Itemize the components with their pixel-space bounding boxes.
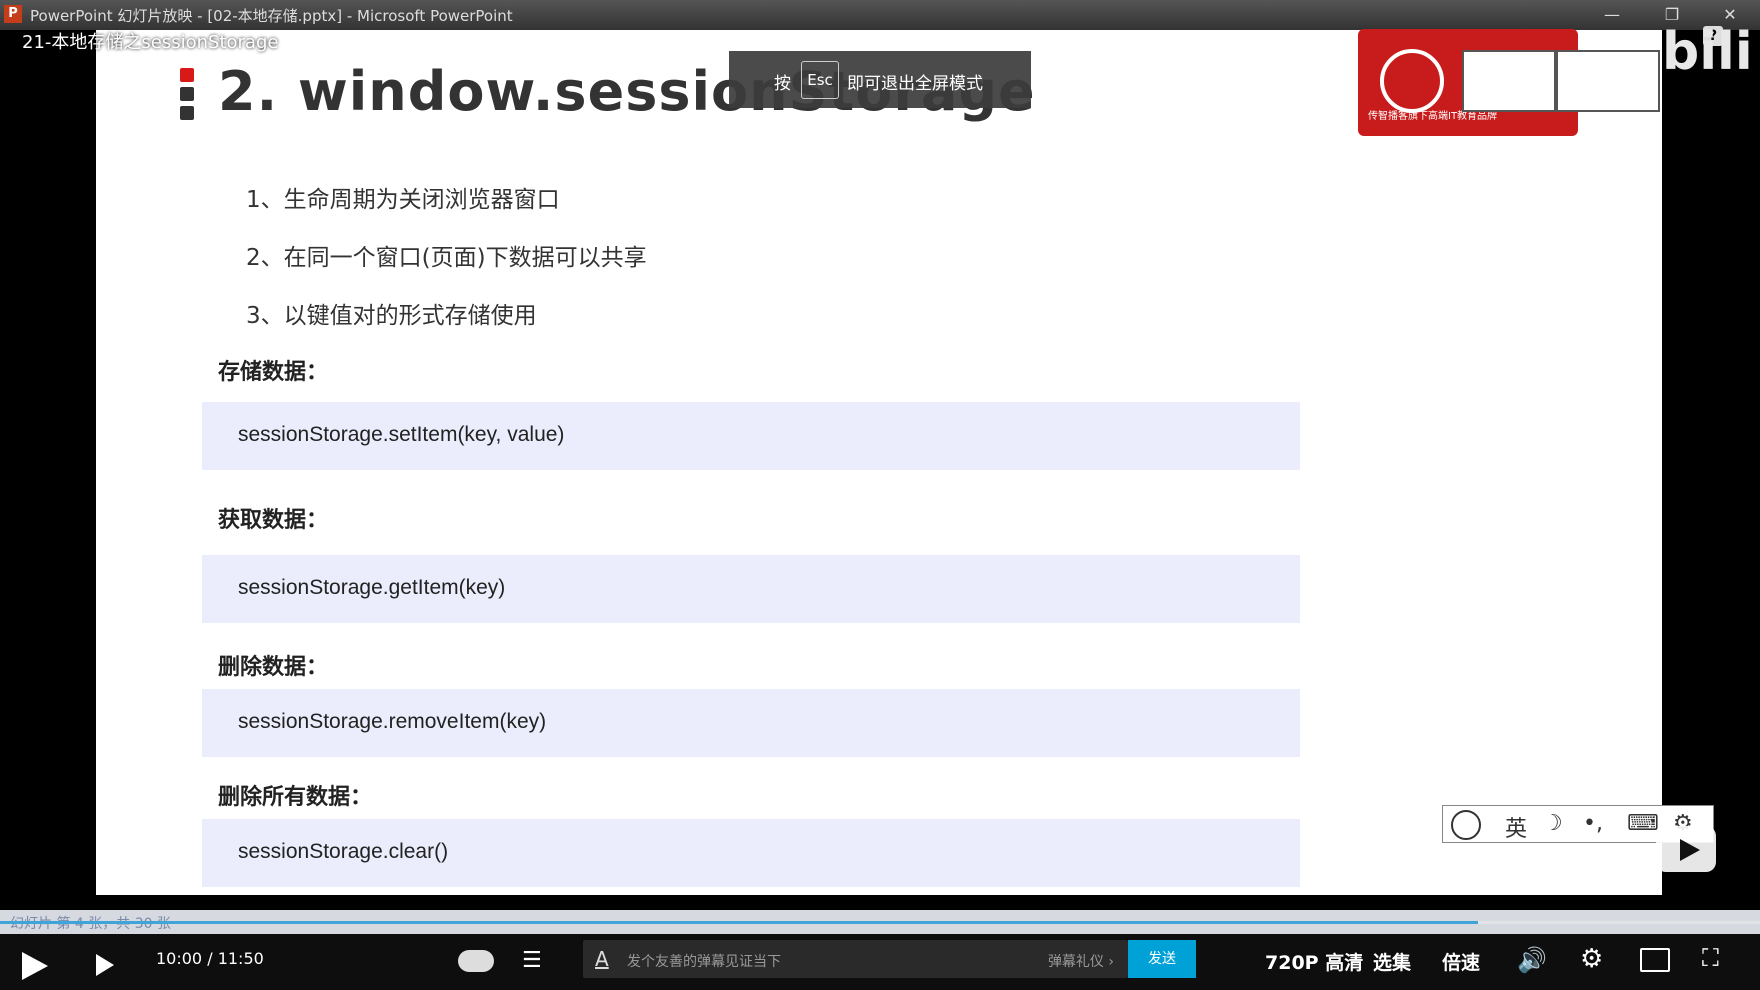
quality-selector[interactable]: 720P 高清: [1265, 948, 1363, 975]
time-separator: /: [207, 949, 213, 968]
danmaku-etiquette-link[interactable]: 弹幕礼仪 ›: [1048, 951, 1114, 971]
toast-prefix: 按: [774, 74, 791, 94]
code-box-remove: sessionStorage.removeItem(key): [202, 689, 1300, 757]
current-time: 10:00: [156, 949, 203, 968]
total-time: 11:50: [217, 949, 264, 968]
play-overlay-icon[interactable]: [1656, 826, 1716, 872]
marker-square: [180, 68, 194, 82]
heading-marker-icon: [180, 68, 194, 120]
ime-logo-icon[interactable]: [1451, 810, 1481, 840]
code-box-clear: sessionStorage.clear(): [202, 819, 1300, 887]
code-box-get: sessionStorage.getItem(key): [202, 555, 1300, 623]
section-label-get: 获取数据：: [218, 508, 329, 533]
marker-square: [180, 87, 194, 101]
picture-in-picture-icon[interactable]: [1640, 948, 1670, 972]
point-item: 2、在同一个窗口(页面)下数据可以共享: [246, 245, 647, 271]
fullscreen-icon[interactable]: ⛶: [1702, 944, 1719, 972]
exit-fullscreen-toast: 按 Esc 即可退出全屏模式: [729, 51, 1031, 108]
danmaku-style-icon[interactable]: A: [595, 947, 609, 971]
episodes-button[interactable]: 选集: [1373, 948, 1411, 975]
window-title: PowerPoint 幻灯片放映 - [02-本地存储.pptx] - Micr…: [30, 7, 513, 25]
marker-square: [180, 106, 194, 120]
play-icon[interactable]: [22, 952, 48, 980]
brand-circle-icon: [1380, 49, 1444, 113]
minimize-button[interactable]: —: [1592, 2, 1632, 28]
danmaku-settings-icon[interactable]: ☰: [522, 948, 542, 973]
thumbnail-preview: [1556, 50, 1660, 112]
progress-bar[interactable]: [0, 921, 1760, 924]
danmaku-input[interactable]: A 发个友善的弹幕见证当下 弹幕礼仪 ›: [583, 940, 1128, 978]
thumbnail-preview: [1462, 50, 1556, 112]
powerpoint-icon: P: [4, 5, 22, 23]
progress-fill: [0, 921, 1479, 924]
code-text: sessionStorage.removeItem(key): [238, 710, 547, 733]
toast-suffix: 即可退出全屏模式: [847, 74, 983, 94]
code-box-store: sessionStorage.setItem(key, value): [202, 402, 1300, 470]
danmaku-placeholder: 发个友善的弹幕见证当下: [627, 954, 781, 970]
video-title: 21-本地存储之sessionStorage: [22, 32, 279, 53]
ime-lang-toggle[interactable]: 英: [1505, 811, 1527, 843]
esc-key-icon: Esc: [801, 61, 839, 99]
player-controls: 10:00 / 11:50 ☰ A 发个友善的弹幕见证当下 弹幕礼仪 › 发送 …: [0, 934, 1760, 990]
moon-icon[interactable]: ☽: [1543, 811, 1563, 836]
volume-icon[interactable]: 🔊: [1517, 946, 1547, 974]
slide: 2. window.sessionStorage 1、生命周期为关闭浏览器窗口 …: [96, 30, 1662, 895]
danmaku-toggle[interactable]: [458, 950, 494, 972]
speed-button[interactable]: 倍速: [1442, 948, 1480, 975]
section-label-store: 存储数据：: [218, 360, 329, 385]
punctuation-icon[interactable]: •,: [1583, 811, 1603, 836]
point-item: 3、以键值对的形式存储使用: [246, 303, 537, 329]
send-button[interactable]: 发送: [1128, 940, 1196, 978]
code-text: sessionStorage.getItem(key): [238, 576, 506, 599]
section-label-remove: 删除数据：: [218, 655, 329, 680]
code-text: sessionStorage.clear(): [238, 840, 449, 863]
settings-icon[interactable]: ⚙: [1580, 944, 1603, 974]
bilibili-logo: bili: [1662, 22, 1753, 82]
next-icon[interactable]: [96, 954, 114, 976]
keyboard-icon[interactable]: ⌨: [1627, 811, 1659, 836]
time-display: 10:00 / 11:50: [156, 949, 264, 968]
code-text: sessionStorage.setItem(key, value): [238, 423, 565, 446]
section-label-clear: 删除所有数据：: [218, 785, 373, 810]
point-item: 1、生命周期为关闭浏览器窗口: [246, 187, 560, 213]
